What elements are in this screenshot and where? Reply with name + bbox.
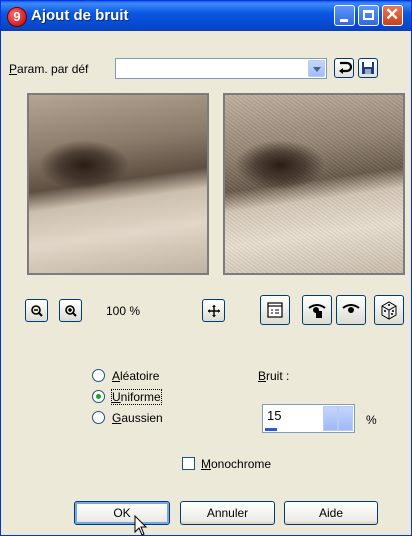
zoom-in-button[interactable] <box>59 299 82 322</box>
zoom-out-icon <box>30 305 43 317</box>
spin-up-down-icon[interactable] <box>323 406 338 431</box>
floppy-disk-icon <box>362 62 374 74</box>
noise-spinbox[interactable]: 15 <box>262 404 355 433</box>
zoom-level: 100 % <box>106 304 141 318</box>
window-layout-icon <box>267 302 283 318</box>
chevron-down-icon[interactable] <box>308 60 325 77</box>
maximize-icon <box>363 10 374 20</box>
randomize-button[interactable] <box>374 295 404 325</box>
preset-dropdown[interactable] <box>115 58 327 79</box>
chevron-down-icon[interactable] <box>338 406 353 431</box>
monochrome-text: onochrome <box>211 457 272 471</box>
noise-slider-indicator[interactable] <box>265 428 277 431</box>
proof-button[interactable] <box>302 295 332 325</box>
eye-auto-icon <box>342 304 360 313</box>
mouse-cursor-icon <box>134 515 148 536</box>
pan-button[interactable] <box>202 299 225 322</box>
radio-uniforme-label: Uniforme <box>111 389 162 405</box>
radio-gaussien[interactable] <box>92 411 105 424</box>
radio-gaussien-accel: G <box>112 411 122 425</box>
radio-uniforme[interactable] <box>92 390 105 403</box>
eye-icon <box>308 304 326 318</box>
preset-label-accel: P <box>9 62 18 76</box>
noise-label-text: ruit : <box>266 369 290 383</box>
radio-aleatoire-accel: A <box>112 369 121 383</box>
spin-buttons[interactable] <box>323 406 353 431</box>
maximize-button[interactable] <box>358 5 379 26</box>
monochrome-label: Monochrome <box>201 457 271 471</box>
undo-arrow-icon <box>339 61 353 74</box>
radio-aleatoire-text: léatoire <box>120 369 160 383</box>
dice-icon <box>381 301 397 320</box>
dialog-window: 9 Ajout de bruit ✕ Param. par déf 100 % … <box>0 0 412 536</box>
title-bar[interactable]: 9 Ajout de bruit ✕ <box>1 1 411 31</box>
noise-value: 15 <box>267 408 282 423</box>
window-title: Ajout de bruit <box>31 7 129 24</box>
save-preset-button[interactable] <box>358 58 378 78</box>
monochrome-checkbox[interactable] <box>182 457 195 470</box>
auto-proof-button[interactable] <box>336 295 366 325</box>
ok-button[interactable]: OK <box>74 501 170 525</box>
radio-gaussien-label: Gaussien <box>112 411 163 425</box>
monochrome-accel: M <box>201 457 211 471</box>
radio-uniforme-accel: U <box>112 390 121 404</box>
original-preview[interactable] <box>27 93 209 275</box>
close-icon: ✕ <box>385 5 400 24</box>
original-preview-image <box>29 95 207 273</box>
close-button[interactable]: ✕ <box>382 5 403 26</box>
preset-label: Param. par déf <box>9 62 88 76</box>
radio-uniforme-text: niforme <box>120 390 161 404</box>
app-icon: 9 <box>7 7 27 27</box>
minimize-button[interactable] <box>334 5 355 26</box>
move-icon <box>207 305 220 317</box>
help-button[interactable]: Aide <box>284 501 378 525</box>
radio-aleatoire-label: Aléatoire <box>112 369 159 383</box>
result-preview-image <box>225 95 403 273</box>
radio-aleatoire[interactable] <box>92 369 105 382</box>
radio-gaussien-text: aussien <box>121 411 163 425</box>
result-preview[interactable] <box>223 93 405 275</box>
zoom-in-icon <box>64 305 77 317</box>
noise-unit: % <box>366 413 377 427</box>
noise-label: Bruit : <box>258 369 289 383</box>
preset-label-text: aram. par déf <box>17 62 89 76</box>
cancel-button[interactable]: Annuler <box>180 501 275 525</box>
preview-layout-button[interactable] <box>260 295 290 325</box>
reset-preset-button[interactable] <box>334 58 354 78</box>
noise-label-accel: B <box>258 369 267 383</box>
minimize-icon <box>340 19 348 22</box>
zoom-out-button[interactable] <box>25 299 48 322</box>
